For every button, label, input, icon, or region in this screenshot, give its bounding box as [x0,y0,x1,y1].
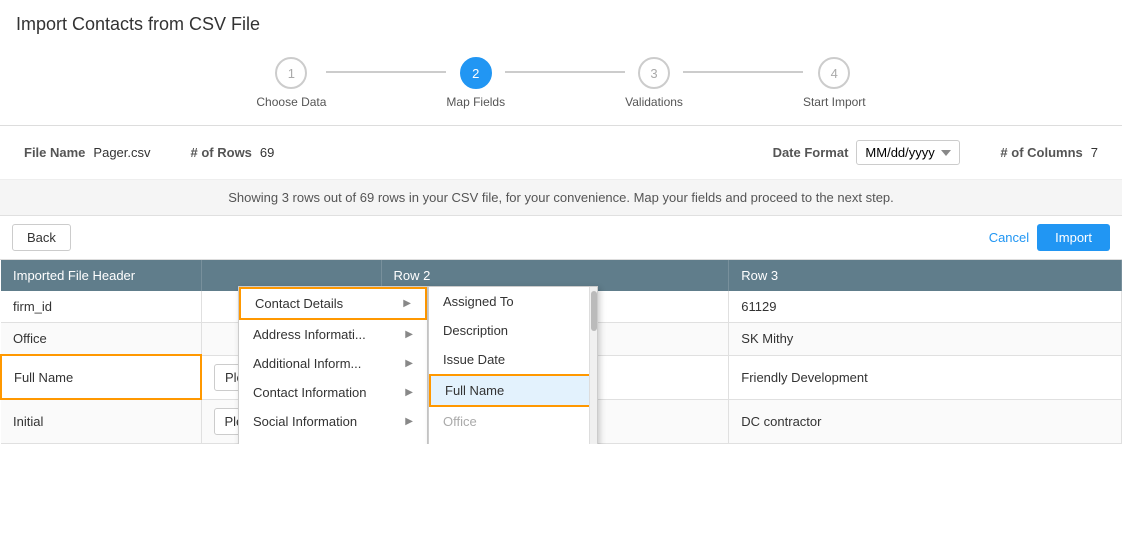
back-button[interactable]: Back [12,224,71,251]
context-menu[interactable]: Contact Details ▶ Address Informati... ▶… [238,286,428,444]
submenu-item-office: Office [429,407,597,436]
step-connector-1 [326,71,446,73]
rows-label: # of Rows [191,145,252,160]
step-1-label: Choose Data [256,95,326,109]
chevron-right-icon: ▶ [405,358,413,369]
step-1: 1 Choose Data [256,57,326,109]
file-info-bar: File Name Pager.csv # of Rows 69 Date Fo… [0,126,1122,180]
chevron-right-icon: ▶ [405,387,413,398]
date-format-label: Date Format [773,145,849,160]
contact-info-label: Contact Information [253,385,366,400]
step-connector-2 [505,71,625,73]
cancel-button[interactable]: Cancel [989,230,1029,245]
context-menu-item-additional[interactable]: Additional Inform... ▶ [239,349,427,378]
main-content: Imported File Header Row 2 Row 3 firm_id… [0,260,1122,444]
submenu-item-full-name[interactable]: Full Name [429,374,597,407]
submenu-item-description[interactable]: Description [429,316,597,345]
stepper: 1 Choose Data 2 Map Fields 3 Validations… [0,45,1122,126]
step-2-circle: 2 [460,57,492,89]
page-title: Import Contacts from CSV File [0,0,1122,45]
step-1-circle: 1 [275,57,307,89]
scrollbar-thumb [591,291,597,331]
step-4-label: Start Import [803,95,866,109]
field-initial: Initial [1,399,201,443]
context-menu-item-contact-info[interactable]: Contact Information ▶ [239,378,427,407]
contact-details-label: Contact Details [255,296,343,311]
file-name-label: File Name [24,145,85,160]
rows-value: 69 [260,145,274,160]
step-4-circle: 4 [818,57,850,89]
step-2: 2 Map Fields [446,57,505,109]
notice-bar: Showing 3 rows out of 69 rows in your CS… [0,180,1122,216]
col-header-row3: Row 3 [729,260,1122,291]
row3-firm-id: 61129 [729,291,1122,323]
context-menu-item-social[interactable]: Social Information ▶ [239,407,427,436]
field-office: Office [1,323,201,356]
submenu-scrollbar[interactable] [589,287,597,444]
col-header-field: Imported File Header [1,260,201,291]
columns-label: # of Columns [1000,145,1082,160]
rows-item: # of Rows 69 [191,145,275,160]
columns-value: 7 [1091,145,1098,160]
file-name-value: Pager.csv [93,145,150,160]
context-menu-item-address[interactable]: Address Informati... ▶ [239,320,427,349]
field-fullname: Full Name [1,355,201,399]
roof-label: Roof Access Det... [253,443,360,444]
step-3-circle: 3 [638,57,670,89]
file-info-right: Date Format MM/dd/yyyy # of Columns 7 [773,140,1098,165]
toolbar-right: Cancel Import [989,224,1110,251]
context-menu-item-contact-details[interactable]: Contact Details ▶ [239,287,427,320]
submenu-item-initials[interactable]: Initials [429,436,597,444]
context-menu-item-roof[interactable]: Roof Access Det... ▶ [239,436,427,444]
chevron-right-icon: ▶ [405,416,413,427]
step-3-label: Validations [625,95,683,109]
step-connector-3 [683,71,803,73]
toolbar: Back Cancel Import [0,216,1122,260]
import-button[interactable]: Import [1037,224,1110,251]
date-format-select[interactable]: MM/dd/yyyy [856,140,960,165]
chevron-right-icon: ▶ [403,298,411,309]
step-2-label: Map Fields [446,95,505,109]
submenu[interactable]: Assigned To Description Issue Date Full … [428,286,598,444]
row3-office: SK Mithy [729,323,1122,356]
step-3: 3 Validations [625,57,683,109]
file-name-item: File Name Pager.csv [24,145,151,160]
row3-fullname: Friendly Development [729,355,1122,399]
date-format-item: Date Format MM/dd/yyyy [773,140,961,165]
additional-label: Additional Inform... [253,356,361,371]
chevron-right-icon: ▶ [405,329,413,340]
social-label: Social Information [253,414,357,429]
submenu-item-assigned-to[interactable]: Assigned To [429,287,597,316]
address-label: Address Informati... [253,327,366,342]
row3-initial: DC contractor [729,399,1122,443]
submenu-item-issue-date[interactable]: Issue Date [429,345,597,374]
columns-item: # of Columns 7 [1000,145,1098,160]
step-4: 4 Start Import [803,57,866,109]
field-firm-id: firm_id [1,291,201,323]
